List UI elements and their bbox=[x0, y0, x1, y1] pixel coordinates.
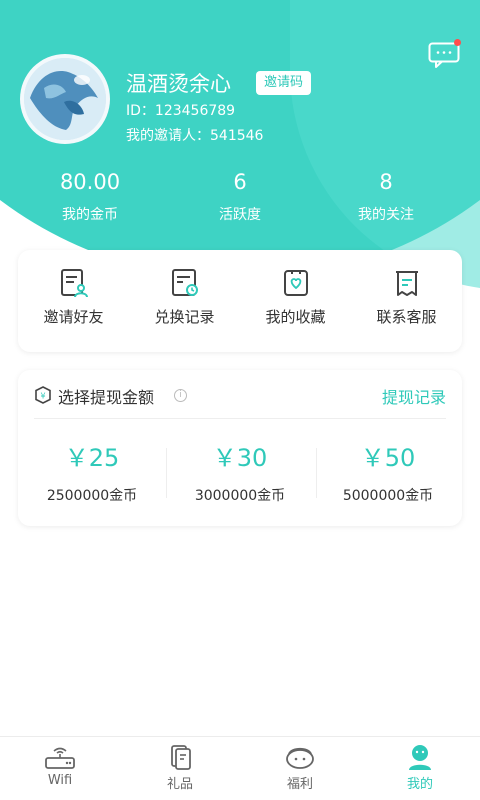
info-icon[interactable]: i bbox=[174, 389, 187, 402]
tab-label: Wifi bbox=[47, 773, 73, 788]
tab-label: 礼品 bbox=[166, 777, 193, 792]
user-id: ID：123456789 bbox=[126, 103, 236, 119]
avatar[interactable] bbox=[20, 54, 110, 144]
menu-customer-service[interactable]: 联系客服 bbox=[351, 268, 462, 327]
stat-value: 6 bbox=[233, 170, 247, 194]
stat-label: 我的金币 bbox=[62, 207, 118, 223]
invite-code-button[interactable]: 邀请码 bbox=[256, 71, 312, 95]
stat-value: 8 bbox=[379, 170, 393, 194]
option-coins: 5000000金币 bbox=[342, 488, 434, 504]
tab-welfare[interactable]: 福利 bbox=[240, 743, 360, 792]
tab-mine[interactable]: 我的 bbox=[360, 743, 480, 792]
withdraw-option[interactable]: ￥25 2500000金币 bbox=[18, 438, 166, 505]
tab-wifi[interactable]: Wifi bbox=[0, 743, 120, 788]
unread-badge bbox=[454, 39, 461, 46]
option-price: ￥30 bbox=[212, 444, 268, 472]
divider bbox=[34, 418, 446, 419]
profile-icon bbox=[409, 745, 431, 770]
quick-menu: 邀请好友 兑换记录 我的收藏 联系客服 bbox=[18, 250, 462, 352]
stat-activity[interactable]: 6 活跃度 bbox=[170, 168, 310, 224]
invite-friend-icon bbox=[60, 269, 88, 298]
menu-label: 邀请好友 bbox=[43, 308, 104, 326]
gift-icon bbox=[171, 745, 191, 770]
tab-label: 我的 bbox=[406, 777, 433, 792]
option-price: ￥50 bbox=[360, 444, 416, 472]
stat-following[interactable]: 8 我的关注 bbox=[316, 168, 456, 224]
option-coins: 3000000金币 bbox=[194, 488, 286, 504]
favorites-icon bbox=[283, 270, 308, 296]
stat-label: 活跃度 bbox=[219, 207, 261, 223]
wallet-shield-icon: ¥ bbox=[35, 386, 51, 404]
menu-invite-friends[interactable]: 邀请好友 bbox=[18, 268, 129, 327]
menu-label: 我的收藏 bbox=[265, 308, 326, 326]
withdraw-option[interactable]: ￥50 5000000金币 bbox=[314, 438, 462, 505]
tab-label: 福利 bbox=[286, 777, 313, 792]
withdraw-card: ¥ 选择提现金额 i 提现记录 ￥25 2500000金币 ￥30 300000… bbox=[18, 370, 462, 526]
message-icon[interactable] bbox=[428, 42, 460, 68]
welfare-icon bbox=[286, 747, 314, 769]
customer-service-icon bbox=[395, 271, 418, 296]
option-price: ￥25 bbox=[64, 444, 120, 472]
exchange-record-icon bbox=[171, 269, 198, 296]
menu-exchange-record[interactable]: 兑换记录 bbox=[129, 268, 240, 327]
option-coins: 2500000金币 bbox=[46, 488, 138, 504]
inviter: 我的邀请人：541546 bbox=[126, 128, 264, 144]
menu-label: 兑换记录 bbox=[154, 308, 215, 326]
stat-label: 我的关注 bbox=[358, 207, 414, 223]
svg-text:¥: ¥ bbox=[40, 392, 45, 401]
tab-gifts[interactable]: 礼品 bbox=[120, 743, 240, 792]
menu-favorites[interactable]: 我的收藏 bbox=[240, 268, 351, 327]
withdraw-title: 选择提现金额 bbox=[58, 388, 155, 407]
stat-coins[interactable]: 80.00 我的金币 bbox=[20, 168, 160, 224]
avatar-image bbox=[24, 58, 106, 140]
profile-header bbox=[0, 0, 480, 290]
withdraw-record-link[interactable]: 提现记录 bbox=[382, 384, 446, 408]
router-icon bbox=[45, 747, 75, 769]
username: 温酒烫余心 bbox=[126, 72, 231, 96]
withdraw-option[interactable]: ￥30 3000000金币 bbox=[166, 438, 314, 505]
bottom-tab-bar: Wifi 礼品 福利 我的 bbox=[0, 736, 480, 800]
stat-value: 80.00 bbox=[59, 170, 121, 194]
menu-label: 联系客服 bbox=[376, 308, 437, 326]
